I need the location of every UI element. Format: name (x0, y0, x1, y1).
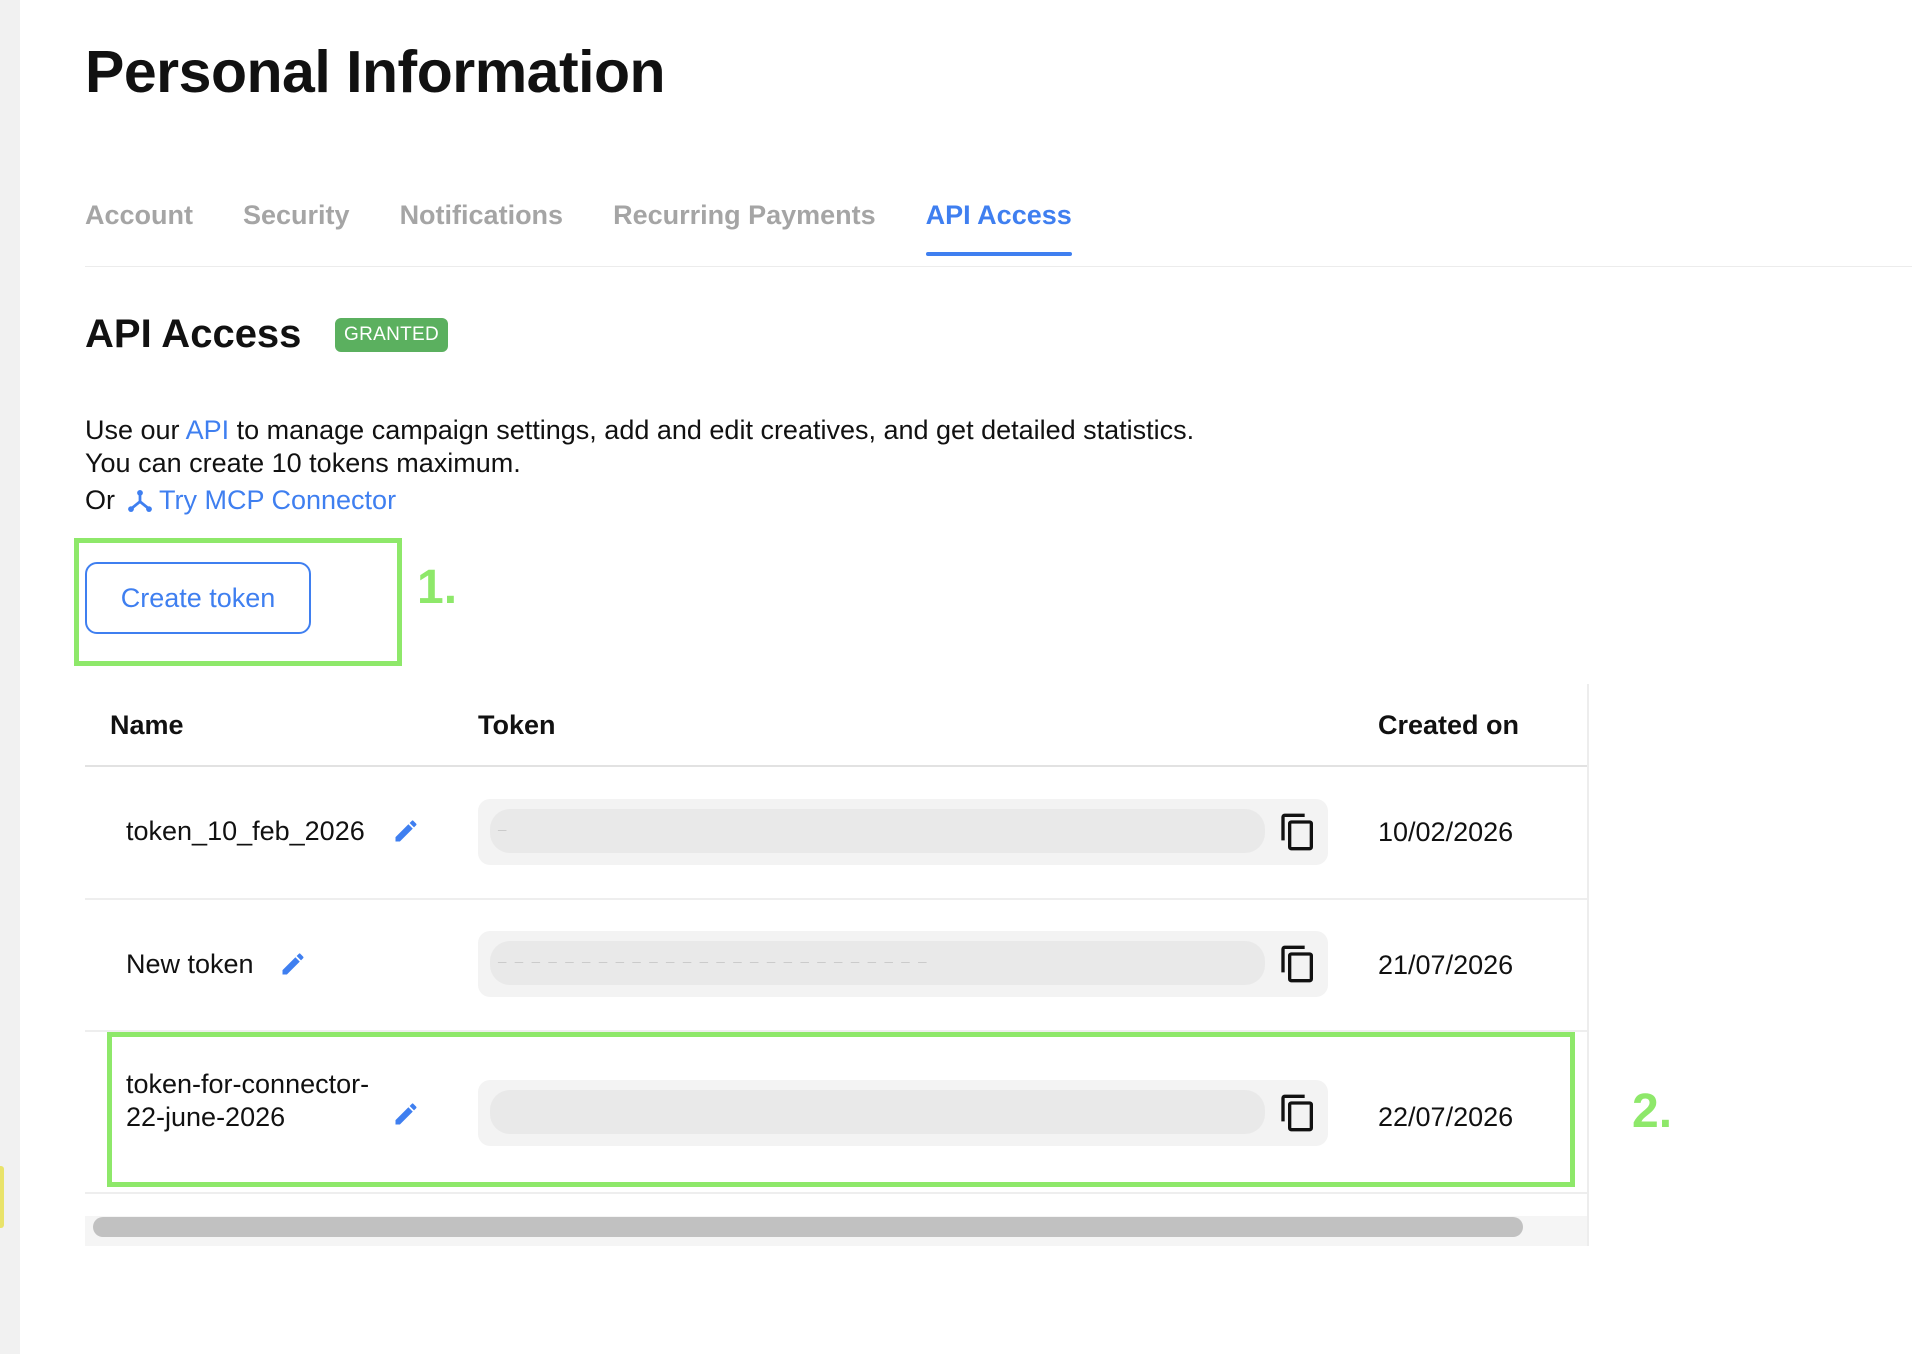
token-name: token_10_feb_2026 (126, 816, 365, 846)
pencil-icon[interactable] (279, 950, 307, 978)
created-date: 10/02/2026 (1378, 817, 1514, 847)
tab-notifications[interactable]: Notifications (400, 190, 564, 256)
mcp-connector-link[interactable]: Try MCP Connector (159, 484, 396, 517)
token-value[interactable]: — (490, 809, 1265, 853)
annotation-label-2: 2. (1632, 1085, 1673, 1138)
header-created-on: Created on (1378, 710, 1520, 740)
token-limit-text: You can create 10 tokens maximum. (85, 448, 521, 478)
mcp-line: Or Try MCP Connector (85, 484, 1194, 517)
token-field: — — — — — — — — — — — — — — — — — — — — … (478, 931, 1328, 997)
page-title: Personal Information (85, 39, 666, 105)
header-name: Name (110, 710, 184, 740)
left-sidebar-strip (0, 0, 20, 1354)
tabs-divider (85, 266, 1912, 267)
section-title: API Access (85, 312, 302, 356)
pencil-icon[interactable] (392, 817, 420, 845)
status-badge: GRANTED (335, 318, 448, 352)
side-panel-handle[interactable] (0, 1166, 4, 1228)
description-line: Use our API to manage campaign settings,… (85, 414, 1194, 447)
copy-icon[interactable] (1278, 943, 1318, 985)
token-value[interactable]: — — — — — — — — — — — — — — — — — — — — … (490, 941, 1265, 985)
tab-bar: Account Security Notifications Recurring… (85, 190, 1122, 266)
annotation-label-1: 1. (417, 561, 458, 614)
copy-icon[interactable] (1278, 811, 1318, 853)
annotation-box-2 (107, 1032, 1575, 1187)
header-token: Token (478, 710, 556, 740)
tab-security[interactable]: Security (243, 190, 350, 256)
description-text-pre: Use our (85, 415, 186, 445)
tab-api-access[interactable]: API Access (925, 190, 1072, 256)
api-description: Use our API to manage campaign settings,… (85, 414, 1194, 517)
api-docs-link[interactable]: API (186, 415, 230, 445)
or-text: Or (85, 485, 115, 515)
table-row: New token — — — — — — — — — — — — — — — … (85, 900, 1589, 1030)
tab-account[interactable]: Account (85, 190, 193, 256)
tab-recurring-payments[interactable]: Recurring Payments (613, 190, 876, 256)
token-name: New token (126, 949, 254, 979)
horizontal-scrollbar-thumb[interactable] (93, 1217, 1523, 1237)
table-right-edge (1587, 684, 1589, 1246)
description-text-post: to manage campaign settings, add and edi… (229, 415, 1195, 445)
row-divider (85, 1192, 1589, 1194)
connector-icon[interactable] (125, 486, 155, 516)
created-date: 21/07/2026 (1378, 950, 1514, 980)
table-row: token_10_feb_2026 — 10/02/2026 (85, 767, 1589, 899)
create-token-button[interactable]: Create token (85, 562, 311, 634)
token-field: — (478, 799, 1328, 865)
